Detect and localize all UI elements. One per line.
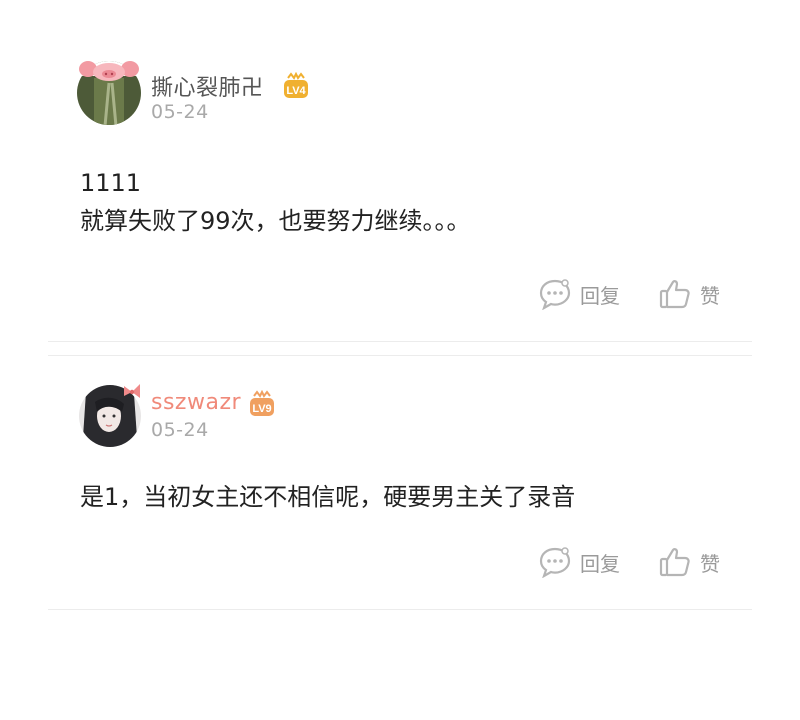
comment-date: 05-24 xyxy=(151,101,209,123)
avatar[interactable] xyxy=(78,382,142,447)
divider xyxy=(48,355,752,356)
comment-line: 就算失败了99次，也要努力继续。。。 xyxy=(80,207,471,235)
like-button[interactable]: 赞 xyxy=(658,278,720,310)
divider xyxy=(48,341,752,342)
comment-line: 1111 xyxy=(80,169,142,197)
thumbs-up-icon xyxy=(659,280,690,309)
username[interactable]: 撕心裂肺卍 xyxy=(151,70,264,102)
reply-button[interactable]: 回复 xyxy=(538,546,620,578)
comment-date: 05-24 xyxy=(151,419,209,441)
level-badge-text: LV9 xyxy=(252,403,271,415)
level-badge-icon: LV9 xyxy=(248,389,276,422)
level-badge-icon: LV4 xyxy=(282,71,310,104)
comment-text: 是1，当初女主还不相信呢，硬要男主关了录音 xyxy=(80,478,575,516)
comment-text: 1111 就算失败了99次，也要努力继续。。。 xyxy=(80,164,471,240)
reply-button[interactable]: 回复 xyxy=(538,278,620,310)
comment-bubble-icon xyxy=(539,547,571,578)
thumbs-up-icon xyxy=(659,548,690,577)
username[interactable]: sszwazr xyxy=(151,390,241,415)
reply-label: 回复 xyxy=(580,283,620,308)
like-label: 赞 xyxy=(700,283,720,308)
comment-line: 是1，当初女主还不相信呢，硬要男主关了录音 xyxy=(80,483,576,511)
like-label: 赞 xyxy=(700,551,720,576)
level-badge-text: LV4 xyxy=(286,85,306,97)
like-button[interactable]: 赞 xyxy=(658,546,720,578)
reply-label: 回复 xyxy=(580,551,620,576)
comment-bubble-icon xyxy=(539,279,571,310)
avatar[interactable] xyxy=(76,58,141,125)
divider xyxy=(48,609,752,610)
